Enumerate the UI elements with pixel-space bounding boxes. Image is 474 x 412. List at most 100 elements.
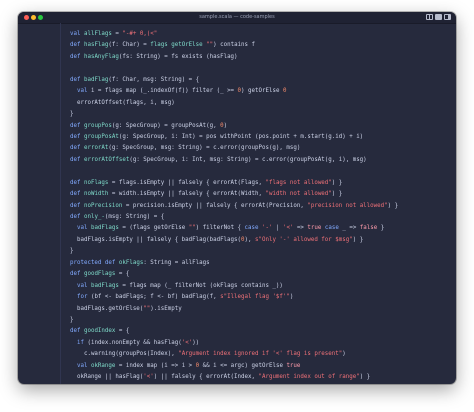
code-token: def xyxy=(70,202,84,209)
code-token: flags getOrElse xyxy=(150,42,203,49)
code-token: def xyxy=(70,76,84,83)
panel-layout-icon[interactable] xyxy=(435,14,442,20)
code-token: )) xyxy=(192,339,200,346)
code-token: (g: SpecGroup, msg: String) = c.error(gr… xyxy=(108,145,301,152)
code-token: badFlags.getOrElse( xyxy=(70,305,144,312)
split-layout-icon[interactable] xyxy=(444,14,451,20)
code-token: '-' xyxy=(262,225,273,232)
code-token: ) xyxy=(289,294,294,301)
code-token: ) } xyxy=(331,191,343,198)
code-token: def xyxy=(70,191,84,198)
code-line: } xyxy=(70,315,398,326)
code-token: (g: SpecGroup) = groupPosAt(g, xyxy=(111,122,221,129)
code-line: def noWidth = width.isEmpty || falsely {… xyxy=(70,189,398,200)
code-token: case xyxy=(244,225,262,232)
code-token: errorAtOffset(flags, i, msg) xyxy=(70,99,175,106)
code-line: def hasFlag(f: Char) = flags getOrElse "… xyxy=(70,40,398,51)
code-token: "flags not allowed" xyxy=(265,179,332,186)
code-token: badFlags xyxy=(90,282,119,289)
code-token: noFlags xyxy=(83,179,109,186)
code-line: } xyxy=(70,246,398,257)
code-token: if xyxy=(76,339,88,346)
code-token: : String = allFlags xyxy=(143,259,210,266)
sidebar-toggle-icon[interactable] xyxy=(426,14,433,20)
code-token: = width.isEmpty || falsely { errorAt(Wid… xyxy=(108,191,266,198)
code-token: "width not allowed" xyxy=(265,191,332,198)
code-token: ).isEmpty xyxy=(150,305,182,312)
code-token: only_- xyxy=(83,214,105,220)
code-token: = flags map (_ filterNot (okFlags contai… xyxy=(118,282,283,289)
code-token: case xyxy=(324,225,343,232)
code-token: def xyxy=(70,179,84,186)
code-token: def xyxy=(70,145,84,152)
code-token: def xyxy=(70,214,84,220)
code-token: hasFlag xyxy=(83,42,109,49)
code-token: = { xyxy=(115,328,130,335)
code-token: "Argument index out of range" xyxy=(258,374,360,381)
code-line: okRange || hasFlag('<') || falsely { err… xyxy=(70,372,398,383)
code-token: noWidth xyxy=(83,191,109,198)
code-token: for xyxy=(76,294,91,301)
code-token: } xyxy=(70,111,74,118)
code-token: ), xyxy=(244,236,255,243)
code-line: protected def okFlags: String = allFlags xyxy=(70,258,398,269)
code-token: (bf <- badFlags; f <- bf) badFlag(f, xyxy=(90,294,221,301)
code-token: (g: SpecGroup, i: Int, msg: String) = c.… xyxy=(129,156,367,163)
code-token: errorAt xyxy=(83,145,109,152)
window-title: sample.scala — code-samples xyxy=(199,14,275,20)
code-token: val xyxy=(76,282,91,289)
code-token: groupPosAt xyxy=(83,133,119,140)
code-token: true xyxy=(307,225,322,232)
code-token: def xyxy=(70,53,84,60)
code-token: ) xyxy=(223,122,228,129)
code-line: val i = flags map (_.indexOf(f)) filter … xyxy=(70,86,398,97)
title-bar: sample.scala — code-samples xyxy=(18,12,456,24)
code-token: hasAnyFlag xyxy=(83,53,119,60)
code-token: badFlags xyxy=(90,225,119,232)
code-line: def groupPos(g: SpecGroup) = groupPosAt(… xyxy=(70,121,398,132)
code-token: ) } xyxy=(331,179,343,186)
code-line: for (bf <- badFlags; f <- bf) badFlag(f,… xyxy=(70,292,398,303)
code-token: ) contains f xyxy=(213,42,256,49)
code-token: } xyxy=(377,225,385,232)
code-token: s"Illegal flag '$f'" xyxy=(220,294,290,301)
code-token: noPrecision xyxy=(83,202,123,209)
code-line: def hasAnyFlag(fs: String) = fs exists (… xyxy=(70,52,398,63)
code-token: ) filterNot { xyxy=(195,225,245,232)
code-token: def xyxy=(70,156,84,163)
code-line: def errorAtOffset(g: SpecGroup, i: Int, … xyxy=(70,155,398,166)
code-line: errorAtOffset(flags, i, msg) xyxy=(70,98,398,109)
code-token: protected def xyxy=(70,259,119,266)
code-editor[interactable]: val allFlags = "-#+ 0,(<" def hasFlag(f: … xyxy=(70,29,398,384)
code-token: badFlags.isEmpty || falsely { badFlag(ba… xyxy=(70,236,242,243)
code-line: def badFlag(f: Char, msg: String) = { xyxy=(70,75,398,86)
gutter-divider xyxy=(60,23,61,384)
code-token: ) } xyxy=(359,374,371,381)
code-token: ) || falsely { errorAt(Index, xyxy=(153,374,259,381)
code-token: && i <= argc) getOrElse xyxy=(199,362,287,369)
code-token: "precision not allowed" xyxy=(307,202,388,209)
code-token: (f: Char, msg: String) = { xyxy=(108,76,200,83)
code-token: (g: SpecGroup, i: Int) = pos withPoint (… xyxy=(118,133,364,140)
code-token: def xyxy=(70,328,84,335)
code-line: def goodFlags = { xyxy=(70,269,398,280)
code-line: val okRange = index map (i => i > 0 && i… xyxy=(70,361,398,372)
code-token: = (flags getOrElse xyxy=(118,225,189,232)
code-token: "" xyxy=(188,225,196,232)
code-line: def only_-(msg: String) = { xyxy=(70,212,398,223)
code-token: true xyxy=(286,362,301,369)
code-token: } xyxy=(70,248,74,255)
code-token: "-#+ 0,(<" xyxy=(122,31,158,37)
code-line: c.warning(groupPos(Index), "Argument ind… xyxy=(70,349,398,360)
code-token: '<' xyxy=(143,374,154,381)
code-token: ) xyxy=(342,351,346,358)
code-token: def xyxy=(70,133,84,140)
code-token: | xyxy=(272,225,283,232)
code-token: i = flags map (_.indexOf(f)) filter (_ >… xyxy=(90,88,238,95)
code-token: = index map (i => i > xyxy=(115,362,196,369)
code-token: okRange xyxy=(90,362,116,369)
